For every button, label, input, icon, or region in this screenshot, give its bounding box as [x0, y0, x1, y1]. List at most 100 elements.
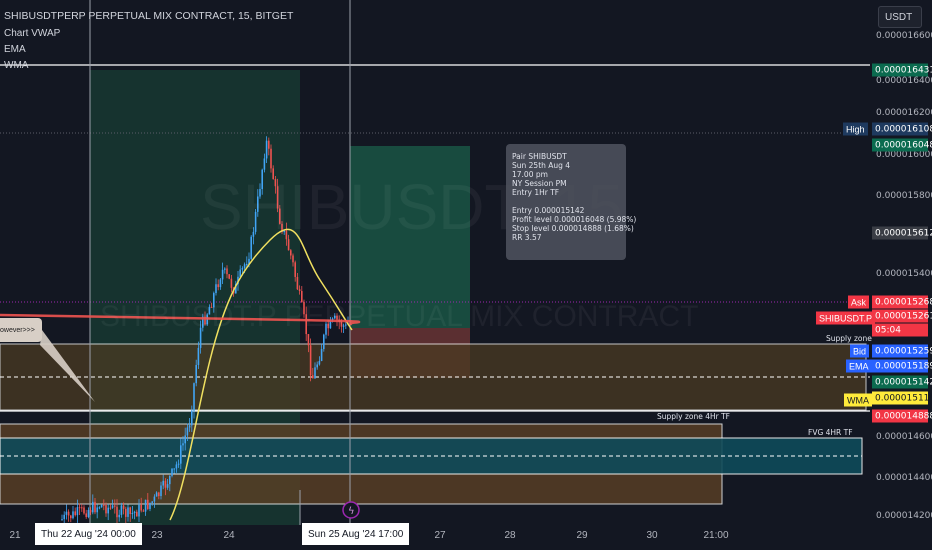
candle-body	[74, 511, 76, 516]
price-label: 0.000016200	[876, 108, 932, 118]
high-label: High	[843, 122, 868, 136]
price-tag-bid: 0.000015259	[872, 344, 932, 358]
note-line: Sun 25th Aug 4	[512, 161, 571, 170]
supply-zone-label: Supply zone	[826, 334, 872, 343]
candle-body	[76, 507, 79, 516]
price-tag-16431: 0.000016431	[872, 63, 932, 77]
candle-body	[107, 507, 109, 514]
candle-body	[72, 511, 74, 519]
candle-body	[81, 507, 83, 509]
candle-body	[111, 505, 114, 508]
price-tag-entry: 0.000015142	[872, 375, 932, 389]
candle-body	[309, 345, 312, 376]
candle-body	[290, 250, 292, 256]
candle-body	[125, 508, 127, 517]
note-line: NY Session PM	[512, 179, 567, 188]
note-line: Profit level 0.000016048 (5.98%)	[512, 215, 637, 224]
candle-body	[270, 148, 272, 169]
price-tag-ask: 0.000015268	[872, 295, 932, 309]
candle-body	[127, 507, 129, 517]
candle-body	[296, 276, 299, 290]
candle-body	[162, 480, 164, 486]
candle-body	[133, 511, 136, 513]
callout-note[interactable]: owever>>>	[0, 318, 42, 342]
candle-body	[193, 383, 195, 411]
candle-body	[230, 278, 233, 288]
candle-body	[122, 505, 125, 509]
time-label: 23	[151, 530, 163, 541]
candle-body	[67, 511, 70, 516]
candle-body	[103, 504, 105, 506]
indicator-ema[interactable]: EMA	[4, 44, 26, 55]
price-chart[interactable]: ϟ	[0, 0, 932, 550]
candle-body	[215, 284, 217, 294]
candle-body	[129, 507, 131, 515]
indicator-wma[interactable]: WMA	[4, 60, 28, 71]
time-label: 30	[646, 530, 658, 541]
note-line: Entry 0.000015142	[512, 206, 585, 215]
candle-body	[224, 268, 226, 270]
candle-body	[173, 468, 175, 470]
candle-body	[65, 511, 68, 515]
candle-body	[131, 512, 134, 515]
candle-body	[153, 496, 156, 502]
price-label: 0.000016600	[876, 31, 932, 41]
price-label: 0.000014600	[876, 432, 932, 442]
candle-body	[246, 263, 248, 265]
indicator-vwap[interactable]: Chart VWAP	[4, 28, 60, 39]
candle-body	[323, 334, 325, 350]
time-crosshair-start: Thu 22 Aug '24 00:00	[35, 523, 142, 545]
svg-text:ϟ: ϟ	[348, 506, 355, 517]
candle-body	[241, 268, 244, 270]
candle-body	[318, 361, 321, 365]
candle-body	[177, 463, 180, 465]
candle-body	[87, 510, 90, 517]
candle-body	[186, 427, 189, 436]
time-label: 28	[504, 530, 516, 541]
candle-body	[188, 425, 191, 428]
candle-body	[243, 264, 246, 269]
price-tag-target: 0.000016048	[872, 138, 932, 152]
candle-body	[142, 510, 145, 512]
candle-body	[144, 499, 147, 512]
time-label: 21	[9, 530, 21, 541]
price-label: 0.000014400	[876, 473, 932, 483]
supply-zone-4hr-label: Supply zone 4Hr TF	[657, 412, 730, 421]
candle-body	[138, 504, 140, 517]
candle-body	[89, 510, 92, 513]
price-label: 0.000014200	[876, 511, 932, 521]
candle-body	[105, 505, 107, 514]
candle-body	[114, 505, 116, 507]
candle-body	[136, 511, 138, 517]
candle-body	[70, 515, 72, 519]
candle-body	[120, 505, 123, 515]
fvg-label: FVG 4HR TF	[808, 428, 853, 437]
candle-body	[96, 507, 98, 513]
candle-body	[263, 158, 266, 170]
currency-selector[interactable]: USDT	[878, 6, 922, 28]
candle-body	[63, 514, 65, 520]
price-label: 0.000016400	[876, 76, 932, 86]
watermark-description: SHIBUSDT.P PERPETUAL MIX CONTRACT	[100, 300, 699, 333]
candle-body	[116, 506, 118, 518]
candle-body	[118, 514, 120, 518]
candle-body	[191, 410, 193, 426]
candle-body	[158, 492, 160, 497]
note-line: RR 3.57	[512, 233, 542, 242]
candle-body	[100, 504, 103, 508]
trade-note[interactable]: Pair SHIBUSDT Sun 25th Aug 4 17.00 pm NY…	[506, 144, 637, 260]
candle-body	[226, 268, 228, 275]
time-label: 29	[576, 530, 588, 541]
candle-body	[98, 507, 101, 509]
price-tag-15612: 0.000015612	[872, 226, 932, 240]
ema-label: EMA	[846, 359, 872, 373]
candle-body	[151, 501, 153, 503]
countdown: 05:04	[872, 323, 928, 337]
candle-body	[92, 501, 94, 513]
symbol-label: SHIBUSDT.P	[816, 311, 876, 325]
price-label: 0.000016000	[876, 150, 932, 160]
chart-title[interactable]: SHIBUSDTPERP PERPETUAL MIX CONTRACT, 15,…	[4, 10, 293, 22]
price-tag-ema: 0.000015189	[872, 359, 932, 373]
note-line: Stop level 0.000014888 (1.68%)	[512, 224, 634, 233]
candle-body	[294, 262, 296, 277]
